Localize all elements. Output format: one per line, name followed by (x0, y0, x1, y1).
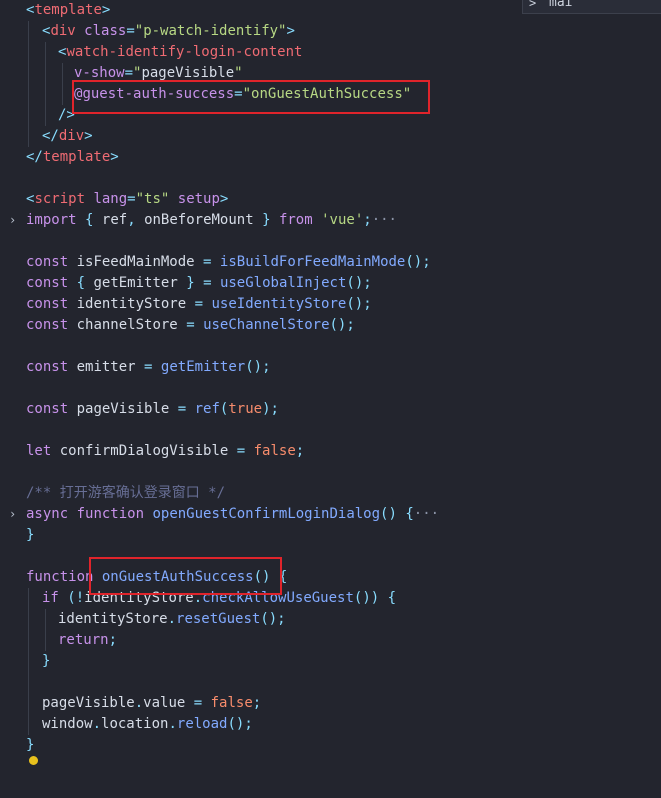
code-line: pageVisible.value = false; (42, 695, 262, 711)
code-line: <template> (26, 2, 111, 18)
code-line: function onGuestAuthSuccess() { (26, 569, 288, 585)
find-input[interactable]: mai (549, 0, 572, 12)
code-line: return; (58, 632, 118, 648)
code-line: </template> (26, 149, 119, 165)
find-widget[interactable]: > mai (522, 0, 661, 14)
code-line: </div> (42, 128, 93, 144)
code-line: const identityStore = useIdentityStore()… (26, 296, 372, 312)
code-line: const emitter = getEmitter(); (26, 359, 271, 375)
code-line: const channelStore = useChannelStore(); (26, 317, 355, 333)
code-line: <script lang="ts" setup> (26, 191, 229, 207)
code-line: } (42, 653, 51, 669)
code-line: /** 打开游客确认登录窗口 */ (0, 483, 225, 504)
indent-guide (45, 609, 46, 651)
code-line: @guest-auth-success="onGuestAuthSuccess" (74, 86, 412, 102)
indent-guide (45, 42, 46, 126)
code-editor[interactable]: > mai <template> <div class="p-watch-ide… (0, 0, 661, 765)
folded-ellipsis[interactable]: ··· (414, 506, 439, 522)
code-line: import { ref, onBeforeMount } from 'vue'… (26, 212, 397, 228)
folded-ellipsis[interactable]: ··· (372, 212, 397, 228)
code-line: } (26, 737, 35, 753)
code-line: <div class="p-watch-identify"> (42, 23, 295, 39)
code-line: window.location.reload(); (42, 716, 253, 732)
code-line: } (26, 527, 35, 543)
code-comment: /** 打开游客确认登录窗口 */ (26, 485, 226, 501)
code-line: <watch-identify-login-content (58, 44, 303, 60)
code-line: const isFeedMainMode = isBuildForFeedMai… (26, 254, 431, 270)
indent-guide (62, 63, 63, 105)
code-line: async function openGuestConfirmLoginDial… (26, 506, 440, 522)
code-line: const pageVisible = ref(true); (26, 401, 279, 417)
highlight-box-event-binding (72, 80, 430, 114)
chevron-right-icon[interactable]: > (529, 0, 536, 12)
highlight-box-function-name (89, 557, 282, 595)
code-line: /> (58, 107, 75, 123)
code-line: v-show="pageVisible" (74, 65, 243, 81)
code-line: let confirmDialogVisible = false; (26, 443, 305, 459)
code-line: if (!identityStore.checkAllowUseGuest())… (42, 590, 397, 606)
code-line: identityStore.resetGuest(); (58, 611, 286, 627)
code-line: const { getEmitter } = useGlobalInject()… (26, 275, 372, 291)
